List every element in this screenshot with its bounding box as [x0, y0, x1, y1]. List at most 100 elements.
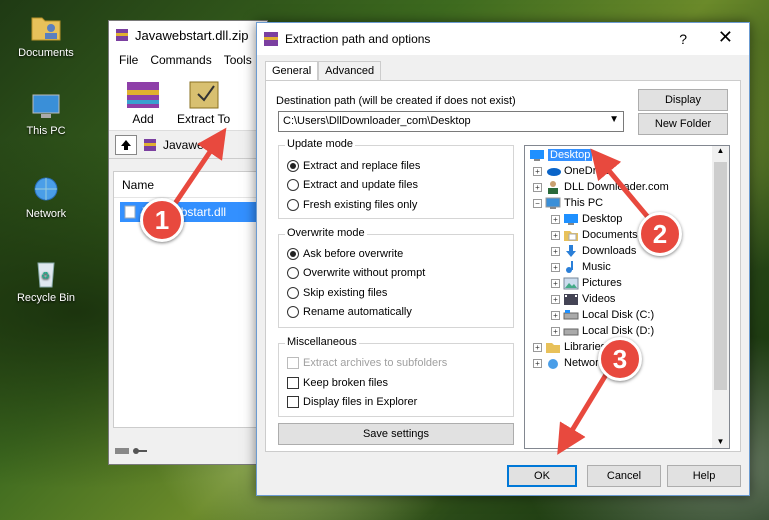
save-settings-button[interactable]: Save settings: [278, 423, 514, 445]
desktop-icon-network[interactable]: Network: [6, 175, 86, 220]
add-button-label: Add: [132, 112, 154, 126]
scrollbar-thumb[interactable]: [714, 162, 727, 390]
menu-commands[interactable]: Commands: [150, 53, 211, 67]
radio-icon[interactable]: [287, 179, 299, 191]
dialog-tabs: General Advanced: [265, 61, 382, 81]
option-label: Extract archives to subfolders: [303, 357, 448, 369]
desktop-icon-recycle-bin[interactable]: ♻ Recycle Bin: [6, 257, 86, 304]
tree-item-music[interactable]: + Music: [551, 259, 611, 275]
chevron-down-icon[interactable]: ▼: [609, 114, 619, 125]
downloads-icon: [566, 245, 576, 257]
radio-skip-existing[interactable]: Skip existing files: [287, 287, 387, 299]
tree-label: Videos: [582, 293, 616, 305]
scroll-down-icon[interactable]: ▼: [712, 437, 729, 446]
expand-icon[interactable]: +: [551, 326, 560, 336]
destination-path-combobox[interactable]: C:\Users\DllDownloader_com\Desktop ▼: [278, 111, 624, 132]
expand-icon[interactable]: +: [533, 166, 542, 176]
dialog-titlebar: Extraction path and options ? ✕: [257, 23, 749, 55]
option-label: Extract and replace files: [303, 160, 421, 172]
tree-item-onedrive[interactable]: + OneDrive: [533, 163, 610, 179]
radio-icon[interactable]: [287, 160, 299, 172]
menu-file[interactable]: File: [119, 53, 138, 67]
display-button[interactable]: Display: [638, 89, 728, 111]
radio-overwrite-without[interactable]: Overwrite without prompt: [287, 267, 425, 279]
expand-icon[interactable]: +: [551, 214, 560, 224]
scroll-up-icon[interactable]: ▲: [712, 146, 729, 155]
new-folder-button[interactable]: New Folder: [638, 113, 728, 135]
option-label: Overwrite without prompt: [303, 267, 426, 279]
tab-advanced[interactable]: Advanced: [318, 61, 382, 81]
tree-label: Downloads: [582, 245, 637, 257]
tree-item-libraries[interactable]: + Libraries: [533, 339, 606, 355]
radio-rename-auto[interactable]: Rename automatically: [287, 306, 412, 318]
tree-item-pc-desktop[interactable]: + Desktop: [551, 211, 622, 227]
radio-fresh-existing[interactable]: Fresh existing files only: [287, 199, 417, 211]
destination-path-value: C:\Users\DllDownloader_com\Desktop: [283, 115, 471, 127]
radio-icon[interactable]: [287, 287, 299, 299]
expand-icon[interactable]: +: [533, 182, 542, 192]
add-archive-icon: [127, 82, 159, 108]
column-header-name[interactable]: Name: [114, 172, 266, 198]
radio-icon[interactable]: [287, 306, 299, 318]
tree-item-this-pc[interactable]: − This PC: [533, 195, 603, 211]
radio-ask-before[interactable]: Ask before overwrite: [287, 248, 403, 260]
tree-label: Desktop: [548, 149, 593, 161]
network-icon: [34, 177, 58, 201]
callout-2: 2: [638, 212, 682, 256]
tree-label: Desktop: [582, 213, 623, 225]
collapse-icon[interactable]: −: [533, 198, 542, 208]
expand-icon[interactable]: +: [551, 230, 560, 240]
expand-icon[interactable]: +: [551, 294, 560, 304]
folder-tree[interactable]: Desktop + OneDrive + DLL Downloader.com …: [524, 145, 730, 449]
extract-to-label: Extract To: [177, 112, 231, 126]
tree-item-user[interactable]: + DLL Downloader.com: [533, 179, 669, 195]
ok-button[interactable]: OK: [507, 465, 577, 487]
help-button[interactable]: Help: [667, 465, 741, 487]
winrar-toolbar: Add Extract To: [109, 71, 267, 131]
checkbox-display-explorer[interactable]: Display files in Explorer: [287, 396, 417, 408]
expand-icon[interactable]: +: [551, 262, 560, 272]
onedrive-icon: [547, 168, 561, 176]
folder-user-icon: [31, 17, 61, 41]
checkbox-icon[interactable]: [287, 396, 299, 408]
desktop-icon-documents[interactable]: Documents: [6, 10, 86, 59]
radio-icon[interactable]: [287, 267, 299, 279]
menu-tools[interactable]: Tools: [224, 53, 252, 67]
tree-label: Music: [582, 261, 611, 273]
extract-to-button[interactable]: Extract To: [177, 76, 230, 126]
destination-label: Destination path (will be created if doe…: [276, 95, 516, 107]
radio-icon[interactable]: [287, 199, 299, 211]
tree-scrollbar[interactable]: ▲ ▼: [712, 146, 729, 448]
tree-item-disk-c[interactable]: + Local Disk (C:): [551, 307, 654, 323]
winrar-icon: [264, 32, 278, 46]
tab-general[interactable]: General: [265, 61, 319, 81]
cancel-button[interactable]: Cancel: [587, 465, 661, 487]
expand-icon[interactable]: +: [551, 310, 560, 320]
tree-item-disk-d[interactable]: + Local Disk (D:): [551, 323, 654, 339]
radio-extract-update[interactable]: Extract and update files: [287, 179, 418, 191]
add-button[interactable]: Add: [123, 76, 163, 126]
tree-label: This PC: [564, 197, 604, 209]
tree-item-videos[interactable]: + Videos: [551, 291, 615, 307]
winrar-titlebar: Javawebstart.dll.zip: [109, 21, 267, 49]
tree-item-pictures[interactable]: + Pictures: [551, 275, 622, 291]
help-icon[interactable]: ?: [679, 31, 687, 47]
radio-extract-replace[interactable]: Extract and replace files: [287, 160, 420, 172]
option-label: Fresh existing files only: [303, 199, 418, 211]
expand-icon[interactable]: +: [551, 278, 560, 288]
tree-item-desktop[interactable]: Desktop: [529, 147, 593, 163]
expand-icon[interactable]: +: [551, 246, 560, 256]
tree-item-documents[interactable]: + Documents: [551, 227, 638, 243]
radio-icon[interactable]: [287, 248, 299, 260]
desktop-icon-this-pc[interactable]: This PC: [6, 92, 86, 137]
tree-item-network[interactable]: + Network: [533, 355, 604, 371]
expand-icon[interactable]: +: [533, 358, 542, 368]
checkbox-icon[interactable]: [287, 377, 299, 389]
checkbox-keep-broken[interactable]: Keep broken files: [287, 377, 388, 389]
close-icon[interactable]: ✕: [718, 27, 733, 48]
music-icon: [566, 261, 573, 273]
expand-icon[interactable]: +: [533, 342, 542, 352]
up-folder-button[interactable]: [115, 134, 137, 155]
tree-item-downloads[interactable]: + Downloads: [551, 243, 636, 259]
checkbox-icon: [287, 357, 299, 369]
